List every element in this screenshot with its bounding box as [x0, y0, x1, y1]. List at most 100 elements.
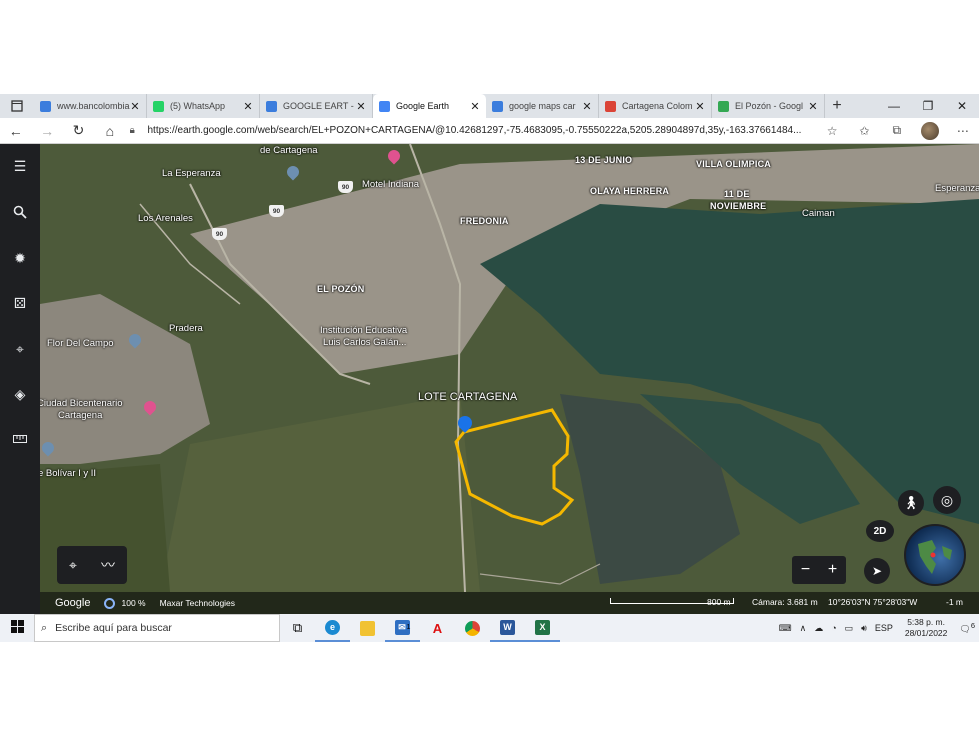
compass-icon[interactable]: ➤ [864, 558, 890, 584]
search-icon[interactable] [8, 200, 32, 224]
tab-title: Cartagena Colom [622, 101, 693, 111]
language-indicator[interactable]: ESP [875, 623, 893, 633]
task-view-icon[interactable]: ⧉ [280, 614, 315, 642]
place-label: Institución Educativa [320, 325, 408, 336]
whatsapp-icon [153, 100, 164, 112]
zoom-in-button[interactable]: + [828, 561, 837, 579]
refresh-button[interactable]: ↻ [63, 122, 94, 139]
my-location-icon[interactable]: ◎ [933, 486, 961, 514]
feeling-lucky-icon[interactable]: ⚄ [8, 291, 32, 315]
tab-actions-icon[interactable] [0, 94, 34, 118]
volume-icon[interactable]: 🔊︎ [861, 623, 867, 634]
battery-icon[interactable]: ▭ [845, 623, 854, 634]
path-icon[interactable]: 〰 [101, 555, 115, 575]
close-tab-icon[interactable]: ✕ [808, 100, 818, 113]
view-mode-button[interactable]: 2D [866, 520, 894, 542]
mail-app-icon[interactable]: ✉ 1 [385, 614, 420, 642]
browser-tab[interactable]: (5) WhatsApp ✕ [147, 94, 260, 118]
home-button[interactable]: ⌂ [94, 123, 125, 139]
back-button[interactable]: ← [0, 123, 31, 139]
tab-title: (5) WhatsApp [170, 101, 226, 111]
place-label: OLAYA HERRERA [590, 186, 670, 196]
place-label: VILLA OLIMPICA [696, 159, 771, 169]
favorite-star-icon[interactable]: ☆ [816, 124, 848, 138]
placemark-icon[interactable]: ⌖ [69, 557, 77, 574]
more-options-icon[interactable]: ⋯ [947, 124, 979, 138]
globe-icon[interactable] [904, 524, 966, 586]
map-style-icon[interactable]: ◈ [8, 382, 32, 406]
close-tab-icon[interactable]: ✕ [130, 100, 140, 113]
date: 28/01/2022 [904, 628, 948, 638]
show-hidden-icons[interactable]: ∧ [800, 623, 807, 634]
acrobat-app-icon[interactable]: A [420, 614, 455, 642]
place-label: FREDONIA [460, 216, 509, 226]
clock[interactable]: 5:38 p. m. 28/01/2022 [905, 617, 948, 639]
address-toolbar: ← → ↻ ⌂ 🔒︎ https://earth.google.com/web/… [0, 118, 979, 144]
close-tab-icon[interactable]: ✕ [470, 100, 480, 113]
tab-title: GOOGLE EART - [283, 101, 354, 111]
notifications-icon[interactable]: 🗨︎6 [959, 621, 975, 635]
new-tab-button[interactable]: + [825, 97, 849, 115]
cloud-icon[interactable]: ☁ [814, 623, 823, 634]
load-percent: 100 % [121, 598, 146, 608]
place-label: Luis Carlos Galán... [323, 337, 407, 348]
forward-button[interactable]: → [31, 123, 62, 139]
close-tab-icon[interactable]: ✕ [243, 100, 253, 113]
bancolombia-icon [40, 100, 51, 112]
profile-avatar[interactable] [920, 121, 939, 140]
browser-tab[interactable]: google maps car ✕ [486, 94, 599, 118]
search-icon: ⌕ [41, 621, 48, 634]
projects-icon[interactable]: ⌖ [8, 337, 32, 361]
road-shield: 90 [212, 228, 227, 240]
minimize-button[interactable]: — [877, 99, 911, 113]
place-label: Esperanza [935, 183, 979, 194]
search-placeholder: Escribe aquí para buscar [55, 622, 172, 634]
zoom-out-button[interactable]: − [801, 561, 810, 579]
taskbar-search-box[interactable]: ⌕ Escribe aquí para buscar [34, 614, 280, 642]
browser-tab[interactable]: www.bancolombia ✕ [34, 94, 147, 118]
menu-icon[interactable]: ☰ [8, 154, 32, 178]
keyboard-icon[interactable]: ⌨ [779, 623, 792, 634]
close-tab-icon[interactable]: ✕ [356, 100, 366, 113]
chrome-app-icon[interactable] [455, 614, 490, 642]
close-tab-icon[interactable]: ✕ [582, 100, 592, 113]
bancolombia-icon [266, 100, 277, 112]
location-pin-icon [605, 100, 616, 112]
wifi-icon[interactable]: ◔ [831, 623, 836, 633]
restore-button[interactable]: ❐ [911, 99, 945, 113]
browser-tab[interactable]: El Pozón - Googl ✕ [712, 94, 825, 118]
notification-count: 6 [970, 621, 975, 630]
system-tray: ⌨ ∧ ☁ ◔ ▭ 🔊︎ ESP 5:38 p. m. 28/01/2022 🗨… [775, 617, 979, 639]
place-label: e Bolívar I y II [40, 468, 97, 479]
address-bar[interactable]: 🔒︎ https://earth.google.com/web/search/E… [130, 121, 816, 141]
browser-tab[interactable]: Cartagena Colom ✕ [599, 94, 712, 118]
place-label: EL POZÓN [317, 284, 365, 294]
windows-start-icon[interactable] [0, 620, 34, 636]
favorites-icon[interactable]: ✩ [848, 124, 880, 138]
satellite-map[interactable]: de Cartagena La Esperanza Motel Indiana … [40, 144, 979, 614]
excel-app-icon[interactable]: X [525, 614, 560, 642]
time: 5:38 p. m. [907, 617, 946, 627]
browser-tab[interactable]: GOOGLE EART - ✕ [260, 94, 373, 118]
street-view-icon[interactable]: 🚶︎ [898, 490, 924, 516]
measure-icon[interactable] [8, 427, 32, 451]
edge-app-icon[interactable]: e [315, 614, 350, 642]
place-label: La Esperanza [162, 168, 221, 179]
close-window-button[interactable]: ✕ [945, 99, 979, 113]
word-app-icon[interactable]: W [490, 614, 525, 642]
bancolombia-icon [492, 100, 503, 112]
mail-badge: 1 [406, 623, 411, 631]
file-explorer-icon[interactable] [350, 614, 385, 642]
place-label: Cartagena [58, 410, 103, 421]
zoom-controls: − + [792, 556, 846, 584]
close-tab-icon[interactable]: ✕ [695, 100, 705, 113]
browser-tab[interactable]: Google Earth ✕ [373, 94, 486, 118]
voyager-icon[interactable]: ✹ [8, 246, 32, 270]
collections-icon[interactable]: ⧉ [881, 123, 913, 138]
place-label: Ciudad Bicentenario [40, 398, 123, 409]
place-label: Caiman [802, 208, 835, 219]
loading-ring-icon [104, 597, 116, 609]
window-controls: — ❐ ✕ [877, 99, 979, 113]
road-shield: 90 [338, 181, 353, 193]
lot-label: LOTE CARTAGENA [418, 391, 518, 403]
